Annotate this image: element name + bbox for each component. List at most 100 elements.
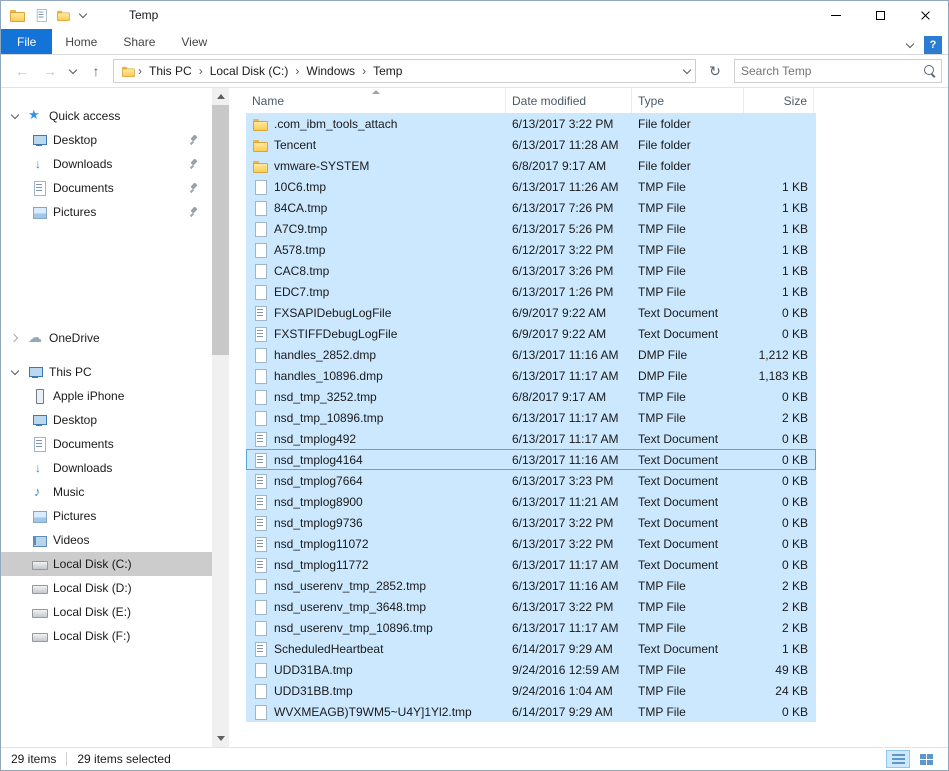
sidebar-item-downloads[interactable]: Downloads xyxy=(1,152,212,176)
file-row[interactable]: 10C6.tmp 6/13/2017 11:26 AM TMP File 1 K… xyxy=(246,176,816,197)
refresh-button[interactable]: ↻ xyxy=(702,59,728,83)
file-row[interactable]: nsd_tmplog11772 6/13/2017 11:17 AM Text … xyxy=(246,554,816,575)
column-header-size[interactable]: Size xyxy=(744,88,814,113)
file-row[interactable]: nsd_tmplog9736 6/13/2017 3:22 PM Text Do… xyxy=(246,512,816,533)
file-row[interactable]: nsd_tmplog7664 6/13/2017 3:23 PM Text Do… xyxy=(246,470,816,491)
file-row[interactable]: nsd_tmplog11072 6/13/2017 3:22 PM Text D… xyxy=(246,533,816,554)
sidebar-item-downloads[interactable]: Downloads xyxy=(1,456,212,480)
address-bar[interactable]: ›This PC›Local Disk (C:)›Windows›Temp xyxy=(113,59,696,83)
history-chevron-down-icon[interactable] xyxy=(67,65,79,77)
search-icon[interactable] xyxy=(923,64,937,78)
sidebar-item-local-disk-c[interactable]: Local Disk (C:) xyxy=(1,552,212,576)
breadcrumb-separator-icon[interactable]: › xyxy=(136,64,144,78)
tab-share[interactable]: Share xyxy=(110,29,168,54)
sidebar-item-desktop[interactable]: Desktop xyxy=(1,128,212,152)
column-header-date-modified[interactable]: Date modified xyxy=(506,88,632,113)
file-row[interactable]: FXSTIFFDebugLogFile 6/9/2017 9:22 AM Tex… xyxy=(246,323,816,344)
file-list-pane: Name Date modified Type Size .com_ibm_to… xyxy=(229,88,948,747)
up-button[interactable]: ↑ xyxy=(85,60,107,82)
breadcrumb-item-temp[interactable]: Temp xyxy=(368,62,407,80)
expand-ribbon-chevron-down-icon[interactable] xyxy=(904,39,916,51)
back-button[interactable]: ← xyxy=(11,60,33,82)
breadcrumb-separator-icon[interactable]: › xyxy=(293,64,301,78)
sidebar-item-local-disk-e[interactable]: Local Disk (E:) xyxy=(1,600,212,624)
scrollbar-down-icon[interactable] xyxy=(212,730,229,747)
sidebar-item-documents[interactable]: Documents xyxy=(1,176,212,200)
column-header-type[interactable]: Type xyxy=(632,88,744,113)
sidebar-item-documents[interactable]: Documents xyxy=(1,432,212,456)
scrollbar-up-icon[interactable] xyxy=(212,88,229,105)
sidebar-item-videos[interactable]: Videos xyxy=(1,528,212,552)
sidebar-item-pictures[interactable]: Pictures xyxy=(1,200,212,224)
file-row[interactable]: A578.tmp 6/12/2017 3:22 PM TMP File 1 KB xyxy=(246,239,816,260)
file-row[interactable]: WVXMEAGB)T9WM5~U4Y]1Yl2.tmp 6/14/2017 9:… xyxy=(246,701,816,722)
sidebar-item-music[interactable]: Music xyxy=(1,480,212,504)
file-row[interactable]: nsd_userenv_tmp_3648.tmp 6/13/2017 3:22 … xyxy=(246,596,816,617)
file-row[interactable]: nsd_tmplog4164 6/13/2017 11:16 AM Text D… xyxy=(246,449,816,470)
file-row[interactable]: Tencent 6/13/2017 11:28 AM File folder xyxy=(246,134,816,155)
details-view-button[interactable] xyxy=(886,750,910,768)
breadcrumb-separator-icon[interactable]: › xyxy=(360,64,368,78)
folder-icon xyxy=(252,116,268,132)
sidebar-item-quick-access[interactable]: Quick access xyxy=(1,104,212,128)
sidebar-item-apple-iphone[interactable]: Apple iPhone xyxy=(1,384,212,408)
chevron-right-icon[interactable] xyxy=(9,332,21,344)
chevron-down-icon[interactable] xyxy=(9,110,21,122)
file-row[interactable]: .com_ibm_tools_attach 6/13/2017 3:22 PM … xyxy=(246,113,816,134)
tab-view[interactable]: View xyxy=(168,29,220,54)
file-icon xyxy=(252,620,268,636)
thumbnails-view-button[interactable] xyxy=(914,750,938,768)
search-box[interactable] xyxy=(734,59,942,83)
breadcrumb-separator-icon[interactable]: › xyxy=(197,64,205,78)
tab-home[interactable]: Home xyxy=(52,29,110,54)
sidebar-item-desktop[interactable]: Desktop xyxy=(1,408,212,432)
file-row[interactable]: nsd_tmplog8900 6/13/2017 11:21 AM Text D… xyxy=(246,491,816,512)
file-name: nsd_tmplog7664 xyxy=(274,474,363,488)
file-row[interactable]: nsd_userenv_tmp_10896.tmp 6/13/2017 11:1… xyxy=(246,617,816,638)
file-size: 0 KB xyxy=(744,516,814,530)
pin-icon xyxy=(188,134,200,146)
qat-properties-icon[interactable] xyxy=(34,8,48,22)
chevron-down-icon[interactable] xyxy=(9,366,21,378)
file-row[interactable]: 84CA.tmp 6/13/2017 7:26 PM TMP File 1 KB xyxy=(246,197,816,218)
file-row[interactable]: UDD31BB.tmp 9/24/2016 1:04 AM TMP File 2… xyxy=(246,680,816,701)
sidebar-item-this-pc[interactable]: This PC xyxy=(1,360,212,384)
maximize-button[interactable] xyxy=(858,1,903,29)
file-row[interactable]: handles_2852.dmp 6/13/2017 11:16 AM DMP … xyxy=(246,344,816,365)
breadcrumb-item-this-pc[interactable]: This PC xyxy=(144,62,197,80)
file-row[interactable]: CAC8.tmp 6/13/2017 3:26 PM TMP File 1 KB xyxy=(246,260,816,281)
file-row[interactable]: nsd_userenv_tmp_2852.tmp 6/13/2017 11:16… xyxy=(246,575,816,596)
file-row[interactable]: nsd_tmp_3252.tmp 6/8/2017 9:17 AM TMP Fi… xyxy=(246,386,816,407)
minimize-button[interactable] xyxy=(813,1,858,29)
file-row[interactable]: ScheduledHeartbeat 6/14/2017 9:29 AM Tex… xyxy=(246,638,816,659)
file-row[interactable]: EDC7.tmp 6/13/2017 1:26 PM TMP File 1 KB xyxy=(246,281,816,302)
column-header-name[interactable]: Name xyxy=(246,88,506,113)
nav-scrollbar[interactable] xyxy=(212,88,229,747)
file-row[interactable]: A7C9.tmp 6/13/2017 5:26 PM TMP File 1 KB xyxy=(246,218,816,239)
close-button[interactable] xyxy=(903,1,948,29)
sidebar-item-onedrive[interactable]: OneDrive xyxy=(1,326,212,350)
breadcrumb-item-windows[interactable]: Windows xyxy=(301,62,360,80)
file-row[interactable]: UDD31BA.tmp 9/24/2016 12:59 AM TMP File … xyxy=(246,659,816,680)
qat-customize-chevron-down-icon[interactable] xyxy=(77,9,89,21)
file-name: nsd_userenv_tmp_10896.tmp xyxy=(274,621,433,635)
qat-new-folder-icon[interactable] xyxy=(56,8,70,22)
help-button[interactable]: ? xyxy=(924,36,942,54)
file-row[interactable]: nsd_tmplog492 6/13/2017 11:17 AM Text Do… xyxy=(246,428,816,449)
forward-button[interactable]: → xyxy=(39,60,61,82)
file-row[interactable]: vmware-SYSTEM 6/8/2017 9:17 AM File fold… xyxy=(246,155,816,176)
file-list: .com_ibm_tools_attach 6/13/2017 3:22 PM … xyxy=(246,113,948,747)
breadcrumb-item-local-disk-c[interactable]: Local Disk (C:) xyxy=(205,62,294,80)
address-dropdown-chevron-icon[interactable] xyxy=(681,65,693,77)
sidebar-item-local-disk-d[interactable]: Local Disk (D:) xyxy=(1,576,212,600)
sidebar-item-local-disk-f[interactable]: Local Disk (F:) xyxy=(1,624,212,648)
file-row[interactable]: handles_10896.dmp 6/13/2017 11:17 AM DMP… xyxy=(246,365,816,386)
file-type: Text Document xyxy=(632,327,744,341)
sidebar-item-pictures[interactable]: Pictures xyxy=(1,504,212,528)
search-input[interactable] xyxy=(741,64,923,78)
scrollbar-thumb[interactable] xyxy=(212,105,229,355)
file-row[interactable]: nsd_tmp_10896.tmp 6/13/2017 11:17 AM TMP… xyxy=(246,407,816,428)
tab-file[interactable]: File xyxy=(1,29,52,54)
file-row[interactable]: FXSAPIDebugLogFile 6/9/2017 9:22 AM Text… xyxy=(246,302,816,323)
file-size: 1,183 KB xyxy=(744,369,814,383)
